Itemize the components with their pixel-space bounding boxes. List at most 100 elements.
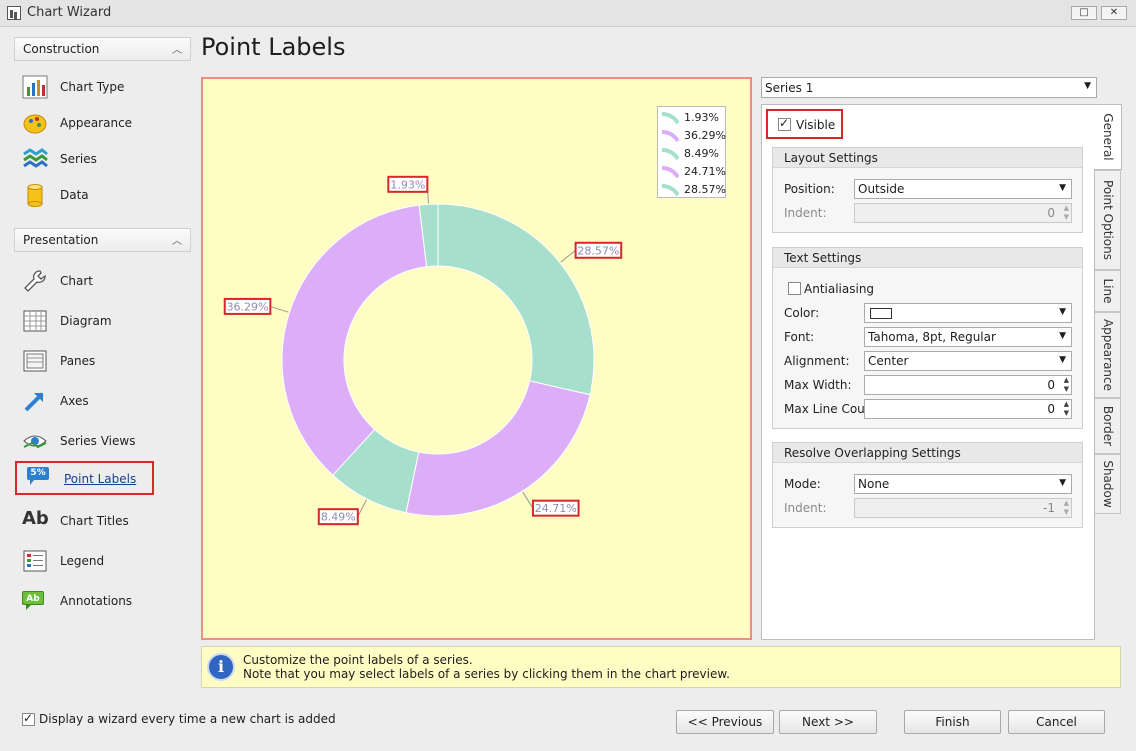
series-selector[interactable]: Series 1 ▼ (761, 77, 1097, 98)
visible-label: Visible (796, 118, 836, 132)
sidebar-item-label: Chart Type (60, 80, 125, 94)
legend-label: 24.71% (684, 165, 726, 178)
point-label[interactable]: 24.71% (531, 499, 580, 517)
legend-swatch-icon (661, 148, 679, 160)
sidebar-item-point-labels[interactable]: 5% Point Labels (15, 461, 154, 495)
dropdown-arrow-icon[interactable]: ▼ (1059, 307, 1066, 317)
sidebar-item-annotations[interactable]: Ab Annotations (22, 587, 192, 615)
sidebar-item-chart-titles[interactable]: Ab Chart Titles (22, 507, 192, 535)
sidebar-item-data[interactable]: Data (22, 181, 192, 209)
point-label[interactable]: 36.29% (223, 297, 272, 315)
legend-entry[interactable]: 1.93% (661, 110, 725, 128)
color-dropdown[interactable]: ▼ (864, 303, 1072, 323)
tab-shadow[interactable]: Shadow (1095, 454, 1121, 514)
tab-line[interactable]: Line (1095, 270, 1121, 312)
max-line-count-label: Max Line Count: (784, 402, 864, 416)
mode-value: None (858, 477, 890, 491)
sidebar-item-axes[interactable]: Axes (22, 387, 192, 415)
previous-button[interactable]: << Previous (676, 710, 774, 734)
tab-border[interactable]: Border (1095, 398, 1121, 454)
sidebar-item-chart[interactable]: Chart (22, 267, 192, 295)
close-button[interactable]: ✕ (1101, 6, 1127, 20)
sidebar-item-legend[interactable]: Legend (22, 547, 192, 575)
tab-general[interactable]: General (1094, 104, 1122, 170)
dropdown-arrow-icon[interactable]: ▼ (1084, 81, 1091, 91)
legend-swatch-icon (661, 130, 679, 142)
collapse-icon[interactable]: ︿ (172, 232, 182, 247)
legend-icon (23, 550, 47, 572)
visible-checkbox[interactable] (778, 116, 791, 131)
mode-dropdown[interactable]: None ▼ (854, 474, 1072, 494)
sidebar-item-label: Point Labels (64, 472, 137, 486)
section-header: Text Settings (773, 248, 1082, 268)
spinner-arrows-icon[interactable]: ▲ ▼ (1064, 376, 1069, 394)
sidebar-item-series-views[interactable]: Series Views (22, 427, 192, 455)
doughnut-slice[interactable] (281, 204, 428, 476)
cancel-button[interactable]: Cancel (1008, 710, 1105, 734)
dropdown-arrow-icon[interactable]: ▼ (1059, 183, 1066, 193)
resolve-indent-value: -1 (1043, 501, 1055, 515)
display-wizard-checkbox[interactable] (22, 711, 35, 726)
spinner-arrows-icon[interactable]: ▲ ▼ (1064, 400, 1069, 418)
legend-entry[interactable]: 24.71% (661, 164, 726, 182)
group-construction[interactable]: Construction ︿ (14, 37, 191, 61)
position-dropdown[interactable]: Outside ▼ (854, 179, 1072, 199)
info-bar: i Customize the point labels of a series… (201, 646, 1121, 688)
sidebar-item-diagram[interactable]: Diagram (22, 307, 192, 335)
tab-appearance[interactable]: Appearance (1095, 312, 1121, 398)
dropdown-arrow-icon[interactable]: ▼ (1059, 331, 1066, 341)
next-button[interactable]: Next >> (779, 710, 877, 734)
alignment-dropdown[interactable]: Center ▼ (864, 351, 1072, 371)
visible-highlight: Visible (766, 109, 843, 139)
legend-entry[interactable]: 36.29% (661, 128, 726, 146)
legend-entry[interactable]: 28.57% (661, 182, 726, 200)
point-label-text: 1.93% (390, 178, 425, 191)
max-width-label: Max Width: (784, 378, 852, 392)
chart-legend[interactable]: 1.93% 36.29% 8.49% 24.71% 28.57% (657, 106, 726, 198)
doughnut-slice[interactable] (437, 203, 595, 396)
font-value: Tahoma, 8pt, Regular (868, 330, 996, 344)
series-views-icon (23, 435, 47, 449)
chart-type-icon (22, 75, 48, 99)
property-tabs: General Point Options Line Appearance Bo… (1094, 104, 1123, 544)
legend-label: 1.93% (684, 111, 719, 124)
resolve-indent-spinner[interactable]: -1 ▲ ▼ (854, 498, 1072, 518)
font-label: Font: (784, 330, 815, 344)
max-width-spinner[interactable]: 0 ▲ ▼ (864, 375, 1072, 395)
position-label: Position: (784, 182, 835, 196)
dropdown-arrow-icon[interactable]: ▼ (1059, 355, 1066, 365)
point-label[interactable]: 28.57% (574, 241, 623, 259)
sidebar-item-series[interactable]: Series (22, 145, 192, 173)
restore-button[interactable]: □ (1071, 6, 1097, 20)
properties-panel: Visible Layout Settings Position: Outsid… (761, 104, 1095, 640)
color-label: Color: (784, 306, 820, 320)
group-presentation[interactable]: Presentation ︿ (14, 228, 191, 252)
sidebar-item-appearance[interactable]: Appearance (22, 109, 192, 137)
page-title: Point Labels (201, 33, 346, 61)
chart-preview[interactable]: 28.57% 24.71% 8.49% 36.29% 1.93% 1.93% 36.29… (201, 77, 752, 640)
tab-point-options[interactable]: Point Options (1095, 170, 1121, 270)
panes-icon (23, 350, 47, 372)
finish-button[interactable]: Finish (904, 710, 1001, 734)
indent-spinner[interactable]: 0 ▲ ▼ (854, 203, 1072, 223)
color-swatch (870, 308, 892, 319)
font-dropdown[interactable]: Tahoma, 8pt, Regular ▼ (864, 327, 1072, 347)
point-label[interactable]: 1.93% (387, 175, 429, 193)
legend-entry[interactable]: 8.49% (661, 146, 725, 164)
dropdown-arrow-icon[interactable]: ▼ (1059, 478, 1066, 488)
collapse-icon[interactable]: ︿ (172, 41, 182, 56)
max-line-count-spinner[interactable]: 0 ▲ ▼ (864, 399, 1072, 419)
section-title: Text Settings (784, 251, 862, 265)
alignment-label: Alignment: (784, 354, 850, 368)
spinner-arrows-icon[interactable]: ▲ ▼ (1064, 499, 1069, 517)
point-label[interactable]: 8.49% (317, 508, 359, 526)
antialiasing-checkbox[interactable] (788, 282, 801, 295)
info-text-line-2: Note that you may select labels of a ser… (243, 667, 730, 681)
sidebar-item-panes[interactable]: Panes (22, 347, 192, 375)
data-icon (27, 184, 43, 207)
sidebar-item-chart-type[interactable]: Chart Type (22, 73, 192, 101)
doughnut-slice[interactable] (405, 380, 591, 517)
spinner-arrows-icon[interactable]: ▲ ▼ (1064, 204, 1069, 222)
percent-badge: 5% (27, 467, 49, 480)
layout-settings-section: Layout Settings Position: Outside ▼ Inde… (772, 147, 1083, 233)
